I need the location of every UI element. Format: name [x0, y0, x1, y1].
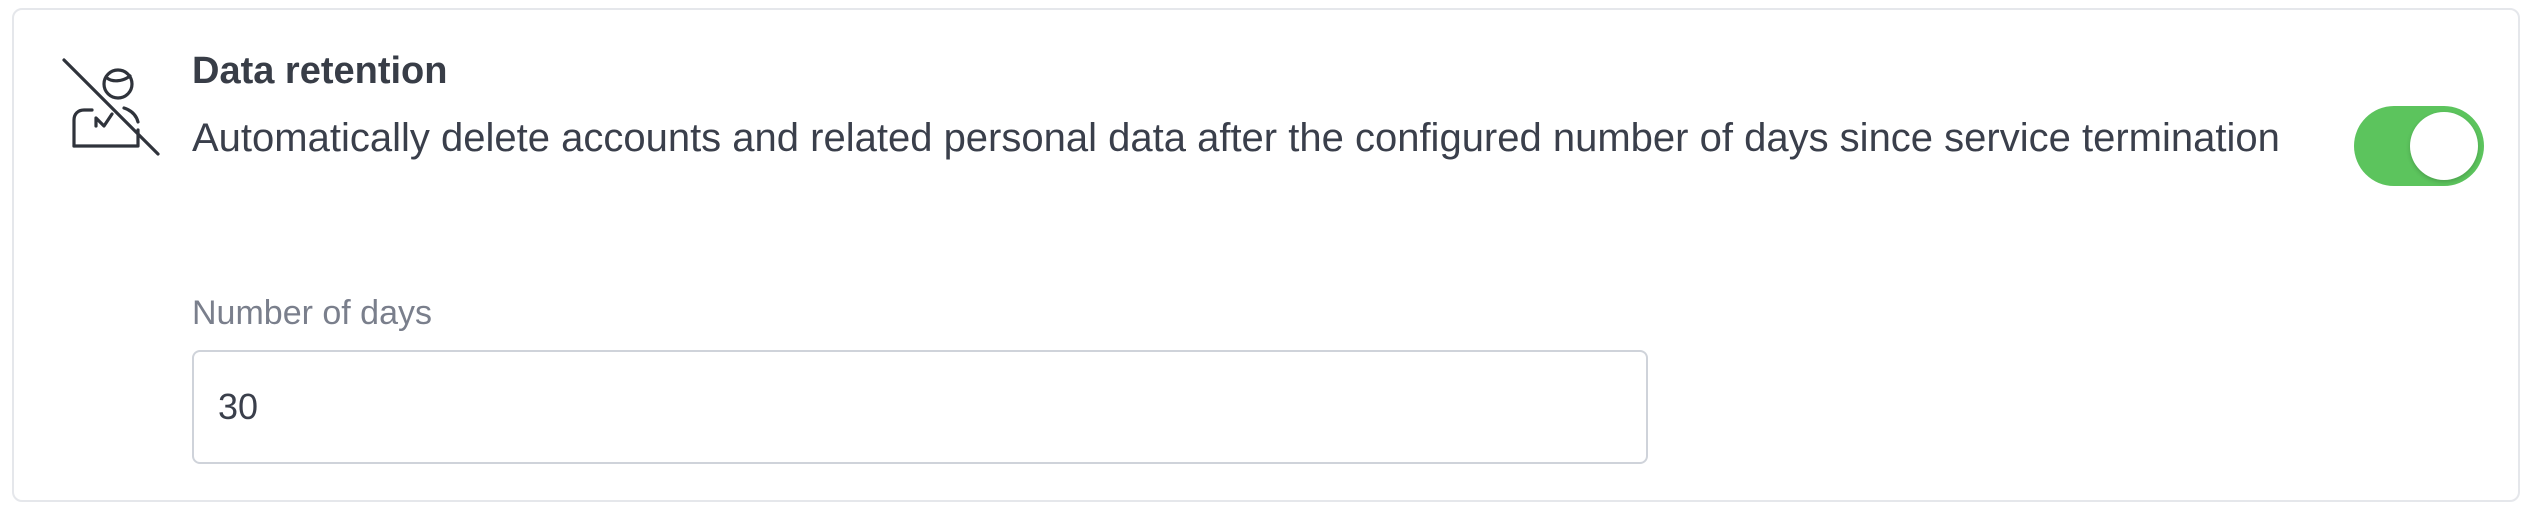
number-of-days-input[interactable]	[192, 350, 1648, 464]
toggle-knob	[2410, 112, 2478, 180]
data-retention-toggle[interactable]	[2354, 106, 2484, 186]
setting-description: Automatically delete accounts and relate…	[192, 116, 2280, 160]
setting-title: Data retention	[192, 50, 448, 92]
number-of-days-label: Number of days	[192, 294, 432, 332]
data-retention-card: Data retention Automatically delete acco…	[12, 8, 2520, 502]
person-slash-icon	[62, 58, 160, 156]
